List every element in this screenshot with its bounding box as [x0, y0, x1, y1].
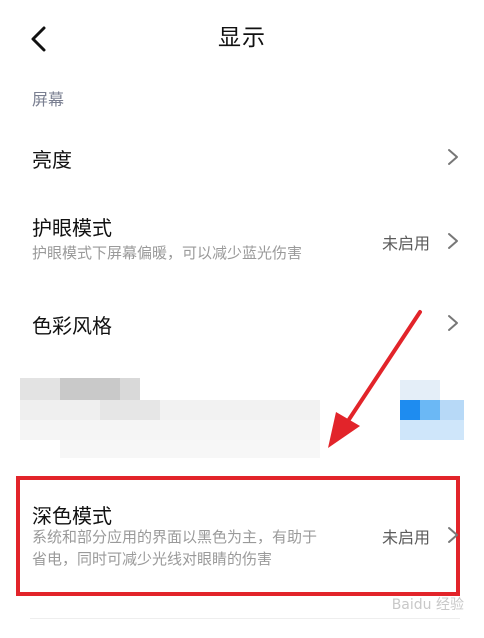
chevron-right-icon: [448, 527, 458, 543]
row-subtitle: 护眼模式下屏幕偏暖，可以减少蓝光伤害: [32, 244, 303, 262]
app-header: 显示: [0, 0, 484, 76]
divider: [30, 618, 460, 619]
status-text: 未启用: [381, 234, 430, 253]
row-subtitle-line2: 省电，同时可减少光线对眼睛的伤害: [32, 550, 273, 568]
setting-row-dark-mode[interactable]: 深色模式 系统和部分应用的界面以黑色为主，有助于 省电，同时可减少光线对眼睛的伤…: [0, 496, 484, 592]
row-title: 深色模式: [32, 504, 112, 528]
chevron-right-icon: [448, 315, 458, 331]
setting-row-brightness[interactable]: 亮度: [0, 130, 484, 184]
row-title: 护眼模式: [32, 216, 112, 240]
section-label-screen: 屏幕: [32, 90, 65, 109]
row-title: 色彩风格: [32, 314, 112, 338]
page-title: 显示: [218, 25, 266, 51]
chevron-right-icon: [448, 149, 458, 165]
status-text: 未启用: [381, 528, 430, 547]
annotation-arrow: [328, 310, 422, 448]
chevron-right-icon: [448, 233, 458, 249]
row-subtitle-line1: 系统和部分应用的界面以黑色为主，有助于: [32, 528, 318, 546]
watermark: Baidu 经验: [391, 597, 464, 613]
setting-row-eye-protection[interactable]: 护眼模式 护眼模式下屏幕偏暖，可以减少蓝光伤害 未启用: [0, 206, 484, 274]
row-title: 亮度: [32, 148, 72, 172]
